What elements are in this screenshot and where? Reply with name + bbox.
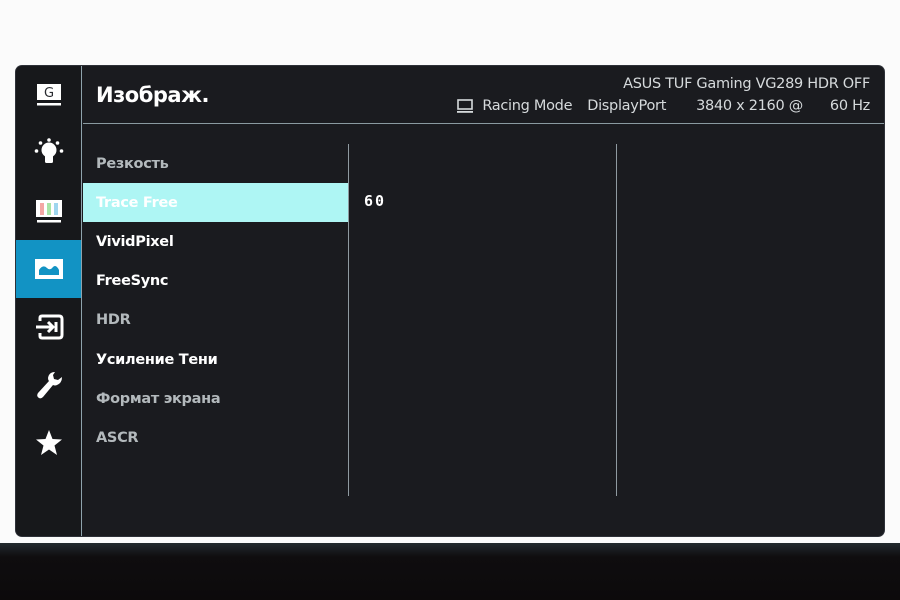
color-icon bbox=[34, 197, 64, 225]
menu-item-label: Trace Free bbox=[96, 194, 178, 211]
menu-item-aspect-control[interactable]: Формат экрана bbox=[83, 379, 349, 418]
menu-item-label: Усиление Тени bbox=[96, 351, 218, 368]
resolution: 3840 x 2160 @ bbox=[696, 98, 803, 114]
star-icon bbox=[35, 429, 63, 457]
sidebar-item-input[interactable] bbox=[16, 298, 81, 356]
header: Изображ. ASUS TUF Gaming VG289 HDR OFF R… bbox=[83, 66, 884, 124]
refresh-rate: 60 Hz bbox=[829, 98, 870, 114]
monitor-bezel bbox=[0, 543, 900, 600]
lightbulb-icon bbox=[33, 138, 65, 168]
osd-window: G Изображ. ASUS TUF Gaming VG289 HDR OFF… bbox=[16, 66, 884, 536]
monitor-icon bbox=[457, 99, 474, 113]
menu-item-vividpixel[interactable]: VividPixel bbox=[83, 222, 349, 261]
menu-item-label: FreeSync bbox=[96, 273, 169, 290]
gameplus-icon: G bbox=[35, 81, 63, 109]
sidebar-item-image[interactable] bbox=[16, 240, 81, 298]
input-port: DisplayPort bbox=[587, 98, 667, 114]
sidebar-item-color[interactable] bbox=[16, 182, 81, 240]
menu-item-label: Резкость bbox=[96, 155, 169, 172]
preset-mode: Racing Mode bbox=[482, 98, 573, 114]
menu-item-shadow-boost[interactable]: Усиление Тени bbox=[83, 340, 349, 379]
menu-item-label: ASCR bbox=[96, 429, 139, 446]
menu-item-label: HDR bbox=[96, 312, 131, 329]
menu-item-ascr[interactable]: ASCR bbox=[83, 418, 349, 457]
page-title: Изображ. bbox=[96, 83, 209, 107]
image-icon bbox=[34, 258, 64, 280]
status-row: Racing Mode DisplayPort 3840 x 2160 @ 60… bbox=[457, 96, 870, 116]
monitor-model: ASUS TUF Gaming VG289 HDR OFF bbox=[623, 76, 870, 92]
menu-item-hdr[interactable]: HDR bbox=[83, 301, 349, 340]
column-divider bbox=[616, 144, 617, 496]
sidebar-item-system-setup[interactable] bbox=[16, 356, 81, 414]
sidebar-item-gameplus[interactable]: G bbox=[16, 66, 81, 124]
menu-item-label: Формат экрана bbox=[96, 390, 221, 407]
menu-item-sharpness[interactable]: Резкость bbox=[83, 144, 349, 183]
svg-text:G: G bbox=[43, 86, 53, 101]
sidebar-item-splendid[interactable] bbox=[16, 124, 81, 182]
image-menu: Резкость Trace Free VividPixel FreeSync … bbox=[83, 144, 349, 458]
sidebar: G bbox=[16, 66, 82, 536]
column-divider bbox=[348, 144, 349, 496]
menu-item-trace-free[interactable]: Trace Free bbox=[83, 183, 349, 223]
trace-free-value[interactable]: 60 bbox=[364, 192, 386, 210]
input-icon bbox=[34, 314, 64, 340]
menu-item-freesync[interactable]: FreeSync bbox=[83, 262, 349, 301]
menu-item-label: VividPixel bbox=[96, 233, 174, 250]
wrench-icon bbox=[35, 370, 63, 400]
sidebar-item-myfavorite[interactable] bbox=[16, 414, 81, 472]
